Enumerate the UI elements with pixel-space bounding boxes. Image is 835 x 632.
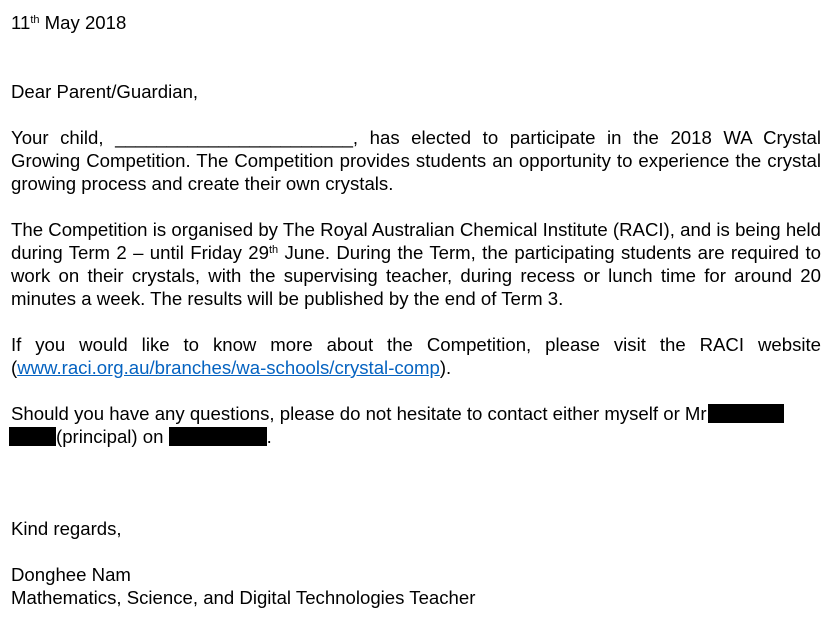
letter: 11th May 2018 Dear Parent/Guardian, Your…	[9, 11, 821, 609]
para4-text: Should you have any questions, please do…	[11, 403, 707, 424]
child-name-blank: _______________________	[115, 127, 353, 148]
paragraph-contact-line1: Should you have any questions, please do…	[11, 402, 821, 425]
date-suffix: th	[30, 14, 40, 26]
paragraph-competition-details: The Competition is organised by The Roya…	[11, 218, 821, 310]
redacted-phone-block	[168, 427, 267, 446]
closing: Kind regards,	[11, 518, 122, 539]
paragraph-participation: Your child, _______________________, has…	[11, 126, 821, 195]
letter-date: 11th May 2018	[11, 11, 821, 34]
paragraph-website: If you would like to know more about the…	[11, 333, 821, 379]
signature-title: Mathematics, Science, and Digital Techno…	[11, 587, 476, 608]
para4-end: .	[266, 426, 272, 447]
para1-prefix: Your child,	[11, 127, 104, 148]
date-day: 11	[11, 12, 31, 33]
para3-end: ).	[439, 357, 452, 378]
para2-date-suffix: th	[268, 244, 279, 256]
signature-name: Donghee Nam	[11, 564, 131, 585]
redacted-surname-block	[707, 404, 784, 423]
raci-website-link[interactable]: www.raci.org.au/branches/wa-schools/crys…	[17, 357, 440, 378]
salutation: Dear Parent/Guardian,	[11, 81, 199, 102]
principal-text: (principal) on	[56, 426, 164, 447]
redacted-name-block	[9, 427, 56, 446]
paragraph-contact-line2: (principal) on .	[9, 425, 821, 448]
date-rest: May 2018	[39, 12, 127, 33]
